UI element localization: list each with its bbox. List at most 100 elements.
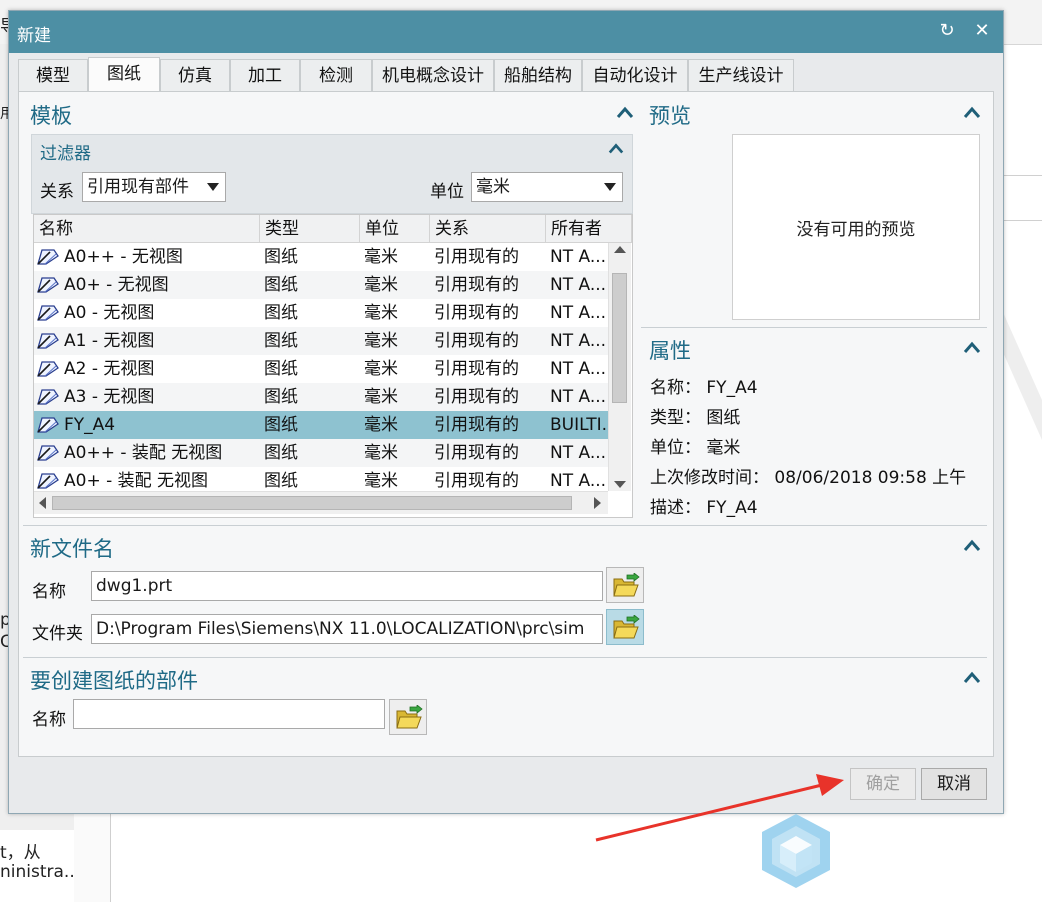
relation-select[interactable]: 引用现有部件: [82, 172, 226, 202]
new-file-dialog: 新建 ↻ ✕ 模型 图纸 仿真 加工 检测 机电概念设计 船舶结构 自动化设计 …: [8, 10, 1004, 814]
drawing-template-icon: [37, 249, 59, 265]
row-relation: 引用现有的: [434, 331, 519, 351]
browse-folder-button[interactable]: [606, 609, 644, 645]
table-row[interactable]: FY_A4 图纸 毫米 引用现有的 BUILTI...: [34, 411, 608, 439]
background-divider: [1002, 220, 1042, 221]
row-type: 图纸: [264, 387, 298, 407]
row-name: A0 - 无视图: [64, 303, 155, 323]
table-row[interactable]: A0+ - 无视图 图纸 毫米 引用现有的 NT A...: [34, 271, 608, 299]
templates-table: 名称 类型 单位 关系 所有者 A0++ - 无视图 图纸 毫米 引用现有的 NT A.…: [33, 214, 633, 518]
column-header-unit[interactable]: 单位: [360, 215, 430, 243]
tab-manufacturing[interactable]: 加工: [230, 59, 300, 91]
browse-part-button[interactable]: [389, 699, 427, 735]
background-divider: [1002, 175, 1042, 176]
unit-select[interactable]: 毫米: [471, 172, 623, 202]
drawing-template-icon: [37, 333, 59, 349]
section-divider: [641, 327, 987, 328]
row-relation: 引用现有的: [434, 443, 519, 463]
row-owner: BUILTI...: [550, 415, 606, 435]
row-relation: 引用现有的: [434, 247, 519, 267]
vertical-scrollbar[interactable]: [608, 243, 631, 491]
drawing-template-icon: [37, 445, 59, 461]
tab-ship-structures[interactable]: 船舶结构: [494, 59, 582, 91]
chevron-up-icon[interactable]: [963, 339, 981, 357]
row-type: 图纸: [264, 303, 298, 323]
column-header-name[interactable]: 名称: [34, 215, 260, 243]
properties-section-title: 属性: [649, 339, 691, 363]
table-row[interactable]: A1 - 无视图 图纸 毫米 引用现有的 NT A...: [34, 327, 608, 355]
chevron-up-icon[interactable]: [963, 669, 981, 687]
tab-automation-design[interactable]: 自动化设计: [582, 59, 688, 91]
horizontal-scrollbar[interactable]: [34, 491, 608, 514]
scroll-up-icon[interactable]: [614, 246, 626, 253]
row-relation: 引用现有的: [434, 415, 519, 435]
row-unit: 毫米: [364, 275, 398, 295]
no-preview-text: 没有可用的预览: [796, 220, 916, 240]
scroll-right-icon[interactable]: [594, 497, 601, 509]
row-name: A0++ - 无视图: [64, 247, 183, 267]
part-name-input[interactable]: [73, 699, 385, 729]
tab-model[interactable]: 模型: [18, 59, 88, 91]
tab-simulation[interactable]: 仿真: [160, 59, 230, 91]
row-owner: NT A...: [550, 303, 606, 323]
chevron-down-icon: [207, 183, 219, 191]
row-owner: NT A...: [550, 387, 606, 407]
reset-icon[interactable]: ↻: [937, 20, 957, 42]
dialog-titlebar[interactable]: 新建 ↻ ✕: [9, 11, 1003, 53]
new-filename-section-title: 新文件名: [30, 537, 114, 561]
row-unit: 毫米: [364, 415, 398, 435]
chevron-up-icon[interactable]: [963, 537, 981, 555]
vertical-scroll-thumb[interactable]: [612, 273, 627, 403]
column-header-owner[interactable]: 所有者: [546, 215, 632, 243]
background-text: ninistra...: [0, 862, 74, 882]
chevron-up-icon[interactable]: [963, 104, 981, 122]
filename-input[interactable]: dwg1.prt: [91, 571, 603, 601]
column-header-type[interactable]: 类型: [260, 215, 360, 243]
table-row[interactable]: A0++ - 无视图 图纸 毫米 引用现有的 NT A...: [34, 243, 608, 271]
scroll-down-icon[interactable]: [614, 481, 626, 488]
row-owner: NT A...: [550, 359, 606, 379]
unit-label: 单位: [430, 182, 464, 202]
filename-label: 名称: [32, 582, 66, 602]
preview-area: 没有可用的预览: [732, 134, 980, 320]
templates-section-title: 模板: [30, 104, 72, 128]
close-icon[interactable]: ✕: [971, 19, 993, 43]
filter-title: 过滤器: [40, 144, 91, 164]
chevron-down-icon: [604, 183, 616, 191]
tab-mechatronics[interactable]: 机电概念设计: [372, 59, 494, 91]
row-name: A0++ - 装配 无视图: [64, 443, 223, 463]
open-folder-icon: [613, 573, 640, 597]
row-relation: 引用现有的: [434, 359, 519, 379]
row-type: 图纸: [264, 443, 298, 463]
table-row[interactable]: A0 - 无视图 图纸 毫米 引用现有的 NT A...: [34, 299, 608, 327]
filter-group: 过滤器 关系 引用现有部件 单位 毫米: [31, 134, 633, 214]
relation-select-value: 引用现有部件: [87, 177, 189, 197]
row-name: A3 - 无视图: [64, 387, 155, 407]
row-name: A1 - 无视图: [64, 331, 155, 351]
table-row[interactable]: A3 - 无视图 图纸 毫米 引用现有的 NT A...: [34, 383, 608, 411]
browse-file-button[interactable]: [606, 567, 644, 603]
chevron-up-icon[interactable]: [616, 104, 634, 122]
cube-logo-icon: [762, 814, 830, 888]
tab-drawing[interactable]: 图纸: [88, 57, 160, 91]
chevron-up-icon[interactable]: [608, 141, 626, 159]
column-header-relation[interactable]: 关系: [430, 215, 546, 243]
relation-label: 关系: [40, 182, 74, 202]
drawing-template-icon: [37, 277, 59, 293]
horizontal-scroll-thumb[interactable]: [52, 496, 572, 510]
row-relation: 引用现有的: [434, 303, 519, 323]
drawing-template-icon: [37, 389, 59, 405]
scroll-left-icon[interactable]: [39, 497, 46, 509]
tab-line-designer[interactable]: 生产线设计: [688, 59, 794, 91]
cancel-button[interactable]: 取消: [921, 768, 987, 800]
table-row[interactable]: A0++ - 装配 无视图 图纸 毫米 引用现有的 NT A...: [34, 439, 608, 467]
part-section-title: 要创建图纸的部件: [30, 669, 198, 693]
tab-inspection[interactable]: 检测: [300, 59, 372, 91]
row-name: A0+ - 无视图: [64, 275, 169, 295]
row-type: 图纸: [264, 359, 298, 379]
row-name: FY_A4: [64, 415, 116, 435]
table-row[interactable]: A2 - 无视图 图纸 毫米 引用现有的 NT A...: [34, 355, 608, 383]
folder-input[interactable]: D:\Program Files\Siemens\NX 11.0\LOCALIZ…: [91, 614, 603, 644]
row-owner: NT A...: [550, 247, 606, 267]
row-unit: 毫米: [364, 387, 398, 407]
